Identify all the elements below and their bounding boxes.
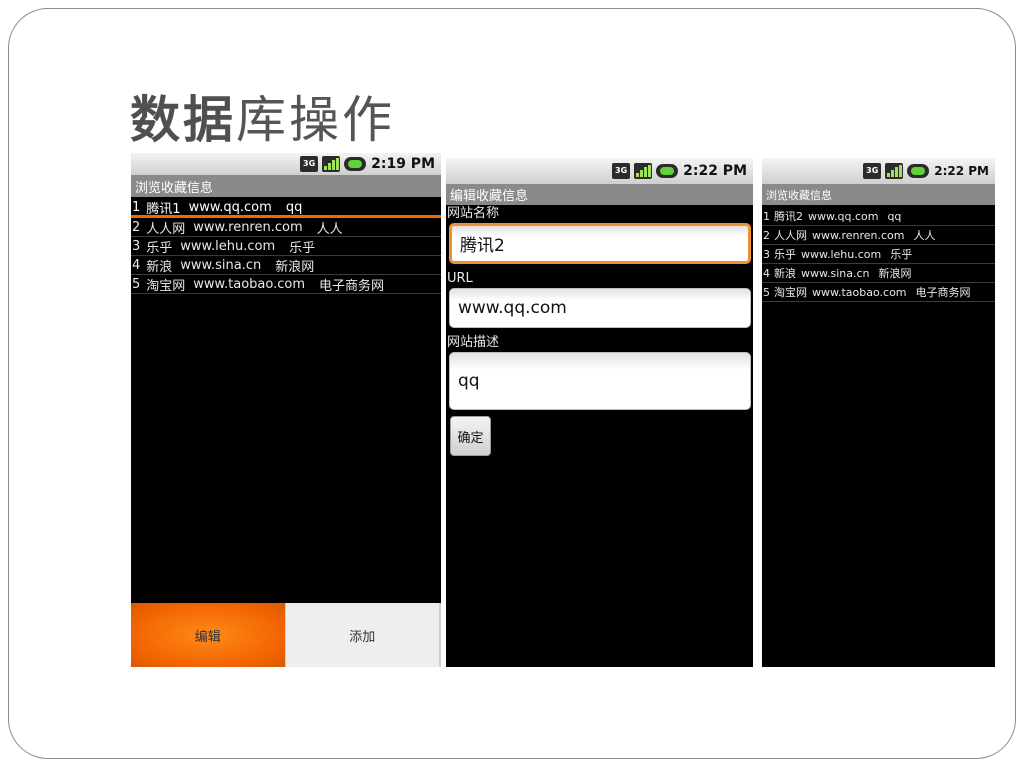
row-url: www.sina.cn <box>801 266 870 280</box>
battery-icon <box>656 163 679 179</box>
row-desc: 电子商务网 <box>915 286 971 299</box>
confirm-button[interactable]: 确定 <box>450 416 491 456</box>
row-id: 2 <box>763 228 770 242</box>
row-name: 人人网 <box>774 229 807 242</box>
row-id: 3 <box>763 247 770 261</box>
3g-icon: 3G <box>300 156 319 172</box>
row-id: 1 <box>132 199 141 215</box>
signal-icon <box>322 156 341 172</box>
edit-button[interactable]: 编辑 <box>131 603 285 667</box>
slide-title-bold: 数据 <box>130 91 236 149</box>
row-id: 3 <box>132 238 141 254</box>
row-desc: 人人 <box>913 229 936 242</box>
list-item[interactable]: 5 淘宝网 www.taobao.com 电子商务网 <box>131 275 441 294</box>
row-desc: 新浪网 <box>878 267 912 280</box>
app-title-bar: 编辑收藏信息 <box>446 184 753 205</box>
row-id: 2 <box>132 219 141 235</box>
list-item[interactable]: 3 乐乎 www.lehu.com 乐乎 <box>762 245 995 264</box>
3g-icon: 3G <box>863 163 882 179</box>
row-name: 淘宝网 <box>146 278 186 294</box>
url-field[interactable]: www.qq.com <box>449 288 751 328</box>
signal-icon <box>634 163 653 179</box>
site-name-field[interactable]: 腾讯2 <box>449 223 751 264</box>
row-desc: 人人 <box>316 221 343 237</box>
row-id: 5 <box>763 285 770 299</box>
site-desc-field[interactable]: qq <box>449 352 751 410</box>
phone-screen-list-after: 3G 2:22 PM 浏览收藏信息 1 腾讯2 www.qq.com qq 2 … <box>762 158 995 667</box>
row-url: www.qq.com <box>188 199 272 215</box>
row-id: 4 <box>763 266 770 280</box>
row-url: www.lehu.com <box>801 247 882 261</box>
list-item[interactable]: 1 腾讯2 www.qq.com qq <box>762 207 995 226</box>
row-name: 乐乎 <box>774 248 796 261</box>
row-name: 新浪 <box>146 259 173 275</box>
app-title-bar: 浏览收藏信息 <box>762 184 995 205</box>
status-time: 2:22 PM <box>683 163 747 179</box>
slide-title-rest: 库操作 <box>236 91 395 149</box>
battery-icon <box>907 163 930 179</box>
status-bar: 3G 2:19 PM <box>131 153 441 175</box>
url-label: URL <box>447 271 473 286</box>
status-bar: 3G 2:22 PM <box>446 158 753 184</box>
list-item[interactable]: 3 乐乎 www.lehu.com 乐乎 <box>131 237 441 256</box>
row-desc: 电子商务网 <box>319 278 385 294</box>
row-desc: 新浪网 <box>275 259 315 275</box>
row-name: 腾讯1 <box>146 201 181 217</box>
button-bar: 编辑 添加 <box>131 603 441 667</box>
row-id: 4 <box>132 257 141 273</box>
list-item[interactable]: 2 人人网 www.renren.com 人人 <box>131 218 441 237</box>
row-name: 腾讯2 <box>774 210 803 223</box>
row-name: 人人网 <box>146 221 186 237</box>
row-url: www.lehu.com <box>180 238 276 254</box>
row-url: www.sina.cn <box>180 257 262 273</box>
list-item[interactable]: 2 人人网 www.renren.com 人人 <box>762 226 995 245</box>
row-url: www.renren.com <box>812 228 905 242</box>
battery-icon <box>344 156 367 172</box>
list-item[interactable]: 4 新浪 www.sina.cn 新浪网 <box>131 256 441 275</box>
app-title: 编辑收藏信息 <box>450 189 529 204</box>
status-time: 2:22 PM <box>934 164 989 178</box>
site-name-label: 网站名称 <box>447 206 500 221</box>
site-desc-label: 网站描述 <box>447 335 500 350</box>
add-button[interactable]: 添加 <box>284 603 441 667</box>
app-title-bar: 浏览收藏信息 <box>131 175 441 197</box>
list-item[interactable]: 1 腾讯1 www.qq.com qq <box>131 199 441 218</box>
app-title: 浏览收藏信息 <box>135 180 214 196</box>
row-url: www.taobao.com <box>193 276 305 292</box>
row-id: 5 <box>132 276 141 292</box>
row-desc: qq <box>887 209 902 223</box>
row-url: www.renren.com <box>193 219 303 235</box>
3g-icon: 3G <box>612 163 631 179</box>
status-bar: 3G 2:22 PM <box>762 158 995 184</box>
row-desc: 乐乎 <box>890 248 913 261</box>
app-title: 浏览收藏信息 <box>766 188 832 202</box>
phone-screen-list-before: 3G 2:19 PM 浏览收藏信息 1 腾讯1 www.qq.com qq 2 … <box>131 153 441 667</box>
status-time: 2:19 PM <box>371 156 435 172</box>
list-item[interactable]: 4 新浪 www.sina.cn 新浪网 <box>762 264 995 283</box>
row-name: 新浪 <box>774 267 796 280</box>
favorites-list: 1 腾讯1 www.qq.com qq 2 人人网 www.renren.com… <box>131 199 441 294</box>
phone-screen-edit-form: 3G 2:22 PM 编辑收藏信息 网站名称 腾讯2 URL www.qq.co… <box>446 158 753 667</box>
list-item[interactable]: 5 淘宝网 www.taobao.com 电子商务网 <box>762 283 995 302</box>
row-id: 1 <box>763 209 770 223</box>
row-desc: 乐乎 <box>289 240 316 256</box>
edit-form: 网站名称 腾讯2 URL www.qq.com 网站描述 qq 确定 <box>446 205 753 456</box>
row-name: 乐乎 <box>146 240 173 256</box>
slide-title: 数据库操作 <box>130 80 395 152</box>
signal-icon <box>885 163 904 179</box>
row-name: 淘宝网 <box>774 286 807 299</box>
row-url: www.taobao.com <box>812 285 907 299</box>
row-desc: qq <box>285 199 303 215</box>
row-url: www.qq.com <box>808 209 879 223</box>
favorites-list: 1 腾讯2 www.qq.com qq 2 人人网 www.renren.com… <box>762 207 995 302</box>
